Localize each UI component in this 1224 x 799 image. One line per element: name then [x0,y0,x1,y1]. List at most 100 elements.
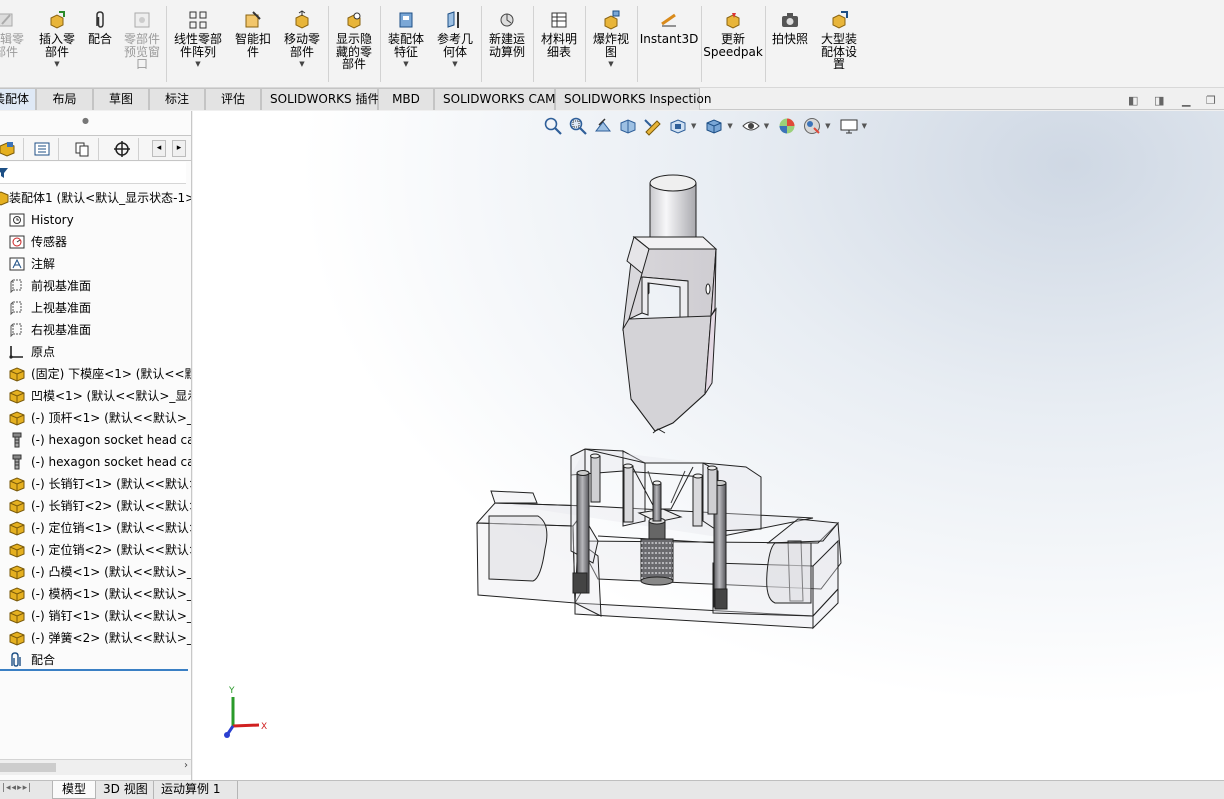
tree-item[interactable]: (-) 定位销<1> (默认<<默认>_显示状态 1>) [0,517,191,539]
assembly-model-3d[interactable]: Y X [193,111,1224,781]
reference-geometry-button[interactable]: 参考几 何体 ▼ [433,10,477,68]
plane-icon [10,323,22,338]
chevron-down-icon[interactable]: ▼ [403,61,408,68]
motion-study-icon [500,13,514,27]
tree-root-label: 装配体1 (默认<默认_显示状态-1>) [9,191,192,205]
panel-grip-icon[interactable]: ● [82,116,89,125]
move-component-button[interactable]: 移动零 部件 ▼ [280,10,324,68]
tree-filter-bar[interactable] [0,162,186,184]
tab-solidworks-cam[interactable]: SOLIDWORKS CAM [434,88,555,110]
mate-button[interactable]: 配合 [84,10,116,46]
ribbon-separator [166,6,167,82]
tree-item[interactable]: 凹模<1> (默认<<默认>_显示状态 1>) [0,385,191,407]
tree-item[interactable]: 前视基准面 [0,275,191,297]
tab-nav-arrows-icon[interactable]: |◂◂▸▸| [2,783,32,793]
tree-item[interactable]: (-) 定位销<2> (默认<<默认>_显示状态 1>) [0,539,191,561]
tree-item-label: 凹模<1> (默认<<默认>_显示状态 1>) [31,389,191,403]
tab-markup[interactable]: 标注 [149,88,205,110]
chevron-down-icon[interactable]: ▼ [195,61,200,68]
dimxpertmanager-tab[interactable] [105,138,139,160]
assembly-features-button[interactable]: 装配体 特征 ▼ [384,10,428,68]
tab-sketch[interactable]: 草图 [93,88,149,110]
tab-model[interactable]: 模型 [52,781,96,799]
exploded-view-button[interactable]: 爆炸视 图 ▼ [589,10,633,68]
linear-pattern-button[interactable]: 线性零部 件阵列 ▼ [170,10,226,68]
tree-item[interactable]: History [0,209,191,231]
tab-scroll-left-icon[interactable]: ◂ [152,140,166,157]
restore-icon[interactable]: ❐ [1206,94,1216,107]
configurationmanager-tab[interactable] [65,138,99,160]
tree-item[interactable]: (-) 弹簧<2> (默认<<默认>_显示状态 1>) [0,627,191,649]
tab-layout[interactable]: 布局 [36,88,93,110]
chevron-down-icon[interactable]: ▼ [608,61,613,68]
tree-item[interactable]: 上视基准面 [0,297,191,319]
tab-scroll-right-icon[interactable]: ▸ [172,140,186,157]
tree-item[interactable]: (-) 凸模<1> (默认<<默认>_显示状态 1>) [0,561,192,583]
update-speedpak-label: 更新 Speedpak [703,32,763,59]
update-speedpak-button[interactable]: 更新 Speedpak [703,10,763,59]
tree-item-label: (-) 凸模<1> (默认<<默认>_显示状态 1>) [31,565,192,579]
assembly-features-label: 装配体 特征 [387,32,424,59]
tab-solidworks-addins[interactable]: SOLIDWORKS 插件 [261,88,379,110]
new-motion-study-button[interactable]: 新建运 动算例 [485,10,529,58]
tab-3d-view[interactable]: 3D 视图 [96,781,154,799]
chevron-down-icon[interactable]: ▼ [452,61,457,68]
mate-label: 配合 [87,32,112,46]
smart-fasteners-label: 智能扣 件 [234,32,271,59]
part-icon [9,367,25,382]
annotation-icon [9,257,25,271]
tile-left-icon[interactable]: ◧ [1128,94,1138,107]
tab-evaluate[interactable]: 评估 [205,88,261,110]
tree-item[interactable]: (-) 长销钉<1> (默认<<默认>_显示状态 1>) [0,473,191,495]
tab-motion-study-1[interactable]: 运动算例 1 [154,781,238,799]
tree-item[interactable]: (-) 顶杆<1> (默认<<默认>_显示状态 1>) [0,407,192,429]
instant3d-button[interactable]: Instant3D [640,10,698,46]
tree-item-label: (-) 顶杆<1> (默认<<默认>_显示状态 1>) [31,411,192,425]
smart-fasteners-button[interactable]: 智能扣 件 [231,10,275,58]
insert-component-button[interactable]: 插入零 部件 ▼ [35,10,79,68]
filter-icon[interactable] [0,167,9,179]
bom-button[interactable]: 材料明 细表 [537,10,581,58]
tree-item[interactable]: 配合 [0,649,191,671]
rollback-bar[interactable] [0,669,188,671]
tree-item-label: History [31,213,74,227]
snapshot-button[interactable]: 拍快照 [768,10,812,46]
chevron-down-icon[interactable]: ▼ [54,61,59,68]
component-preview-label: 零部件 预览窗 口 [123,32,160,71]
featuremanager-tab[interactable] [0,138,24,160]
mate-icon [11,652,21,667]
show-hidden-components-button[interactable]: 显示隐 藏的零 部件 [332,10,376,71]
insert-component-icon [50,11,65,29]
tree-item[interactable]: (-) 模柄<1> (默认<<默认>_显示状态 1>) [0,583,191,605]
tree-root-assembly[interactable]: 装配体1 (默认<默认_显示状态-1>) [0,187,192,209]
speedpak-icon [726,13,740,29]
tree-item[interactable]: (-) 长销钉<2> (默认<<默认>_显示状态 1>) [0,495,191,517]
minimize-icon[interactable]: ▁ [1182,94,1190,107]
tile-right-icon[interactable]: ◨ [1154,94,1164,107]
large-assembly-settings-button[interactable]: 大型装 配体设 置 [816,10,862,71]
chevron-down-icon[interactable]: ▼ [299,61,304,68]
part-icon [9,477,25,492]
tree-item[interactable]: (-) hexagon socket head cap screw [0,429,191,451]
scrollbar-thumb[interactable] [0,763,56,772]
tree-item[interactable]: (-) 销钉<1> (默认<<默认>_显示状态 1>) [0,605,191,627]
tree-item[interactable]: (-) hexagon socket head cap screw [0,451,191,473]
tree-item-label: 配合 [31,653,56,667]
component-preview-button[interactable]: 零部件 预览窗 口 [120,10,164,71]
panel-tab-bar: ◂ ▸ [0,135,191,161]
tree-item[interactable]: 原点 [0,341,191,363]
tab-solidworks-inspection[interactable]: SOLIDWORKS Inspection [555,88,711,110]
scroll-right-icon[interactable]: › [184,760,188,771]
tab-mbd[interactable]: MBD [378,88,434,110]
tree-item[interactable]: 传感器 [0,231,191,253]
tab-assembly[interactable]: 装配体 [0,88,36,110]
edit-component-button[interactable]: 编辑零 部件 [0,10,34,58]
tree-item[interactable]: 注解 [0,253,191,275]
tree-item[interactable]: (固定) 下模座<1> (默认<<默认>_显示状态 1>) [0,363,191,385]
command-manager-ribbon: 编辑零 部件 插入零 部件 ▼ 配合 零部件 预览窗 口 线性零部 件阵列 ▼ … [0,0,1224,88]
tree-item[interactable]: 右视基准面 [0,319,191,341]
propertymanager-tab[interactable] [25,138,59,160]
screw-icon [12,432,22,448]
panel-horizontal-scrollbar[interactable]: › [0,759,191,775]
graphics-area[interactable]: ▼ ▼ ▼ ▼ ▼ Y X [193,111,1224,781]
